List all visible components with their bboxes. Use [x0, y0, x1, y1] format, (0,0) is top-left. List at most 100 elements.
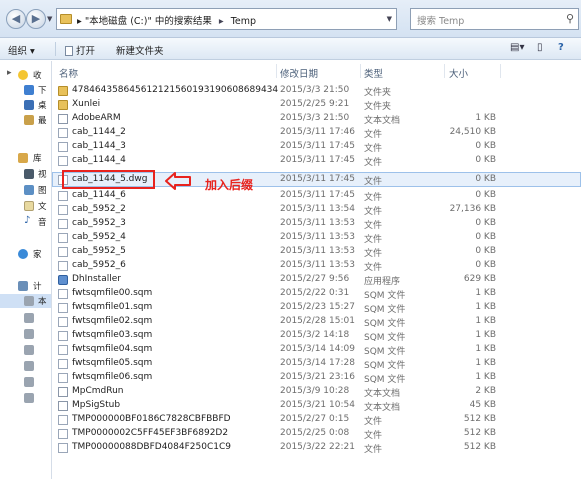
nav-drive[interactable] — [0, 343, 51, 357]
file-row[interactable]: fwtsqmfile02.sqm 2015/2/28 15:01 SQM 文件 … — [52, 315, 581, 329]
file-row[interactable]: cab_5952_2 2015/3/11 13:54 文件 27,136 KB — [52, 203, 581, 217]
file-row[interactable]: MpSigStub 2015/3/21 10:54 文本文档 45 KB — [52, 399, 581, 413]
file-row[interactable]: fwtsqmfile01.sqm 2015/2/23 15:27 SQM 文件 … — [52, 301, 581, 315]
file-row[interactable]: fwtsqmfile05.sqm 2015/3/14 17:28 SQM 文件 … — [52, 357, 581, 371]
text-file-icon — [58, 114, 68, 124]
file-row[interactable]: fwtsqmfile06.sqm 2015/3/21 23:16 SQM 文件 … — [52, 371, 581, 385]
open-button[interactable]: 打开 — [65, 43, 95, 57]
drive-icon — [24, 361, 34, 371]
column-header-type[interactable]: 类型 — [364, 66, 383, 86]
file-row[interactable]: cab_1144_6 2015/3/11 17:45 文件 0 KB — [52, 189, 581, 203]
file-name: fwtsqmfile00.sqm — [72, 288, 153, 298]
file-name: TMP0000002C5FF45EF3BF6892D2 — [72, 428, 229, 438]
file-date: 2015/3/11 17:45 — [280, 190, 355, 200]
nav-computer[interactable]: 计 — [0, 279, 51, 293]
nav-drive[interactable] — [0, 391, 51, 405]
search-input[interactable]: 搜索 Temp ⚲ — [410, 8, 579, 30]
preview-pane-icon[interactable]: ▯ — [537, 42, 543, 53]
homegroup-icon — [18, 249, 28, 259]
nav-favorites[interactable]: ▸ 收 — [0, 68, 51, 82]
file-name: cab_5952_4 — [72, 232, 126, 242]
address-dropdown-icon[interactable]: ▼ — [387, 15, 392, 23]
file-type: SQM 文件 — [364, 375, 406, 385]
nav-drive[interactable] — [0, 327, 51, 341]
new-folder-button[interactable]: 新建文件夹 — [116, 43, 164, 57]
column-divider[interactable] — [276, 64, 277, 78]
file-row[interactable]: cab_5952_4 2015/3/11 13:53 文件 0 KB — [52, 231, 581, 245]
nav-videos[interactable]: 视 — [0, 167, 51, 181]
file-row[interactable]: cab_5952_3 2015/3/11 13:53 文件 0 KB — [52, 217, 581, 231]
drive-icon — [24, 377, 34, 387]
file-type: 文件 — [364, 130, 383, 140]
column-divider[interactable] — [444, 64, 445, 78]
file-size: 1 KB — [475, 302, 496, 312]
column-header-name[interactable]: 名称 — [59, 66, 78, 86]
nav-pictures[interactable]: 图 — [0, 183, 51, 197]
column-header-size[interactable]: 大小 — [449, 66, 468, 86]
file-row[interactable]: Xunlei 2015/2/25 9:21 文件夹 — [52, 98, 581, 112]
file-date: 2015/3/9 10:28 — [280, 386, 350, 396]
file-icon — [58, 289, 68, 299]
file-icon — [58, 233, 68, 243]
file-date: 2015/3/3 21:50 — [280, 113, 350, 123]
nav-music[interactable]: ♪ 音 — [0, 215, 51, 229]
file-size: 0 KB — [475, 218, 496, 228]
file-size: 512 KB — [463, 442, 496, 452]
file-row[interactable]: fwtsqmfile03.sqm 2015/3/2 14:18 SQM 文件 1… — [52, 329, 581, 343]
file-type: 文本文档 — [364, 389, 401, 399]
file-row[interactable]: cab_1144_4 2015/3/11 17:45 文件 0 KB — [52, 154, 581, 168]
file-row[interactable]: cab_5952_6 2015/3/11 13:53 文件 0 KB — [52, 259, 581, 273]
nav-recent[interactable]: 最 — [0, 113, 51, 127]
nav-downloads[interactable]: 下 — [0, 83, 51, 97]
recent-pages-dropdown[interactable]: ▼ — [47, 15, 52, 23]
column-header-date[interactable]: 修改日期 — [280, 66, 318, 86]
file-row[interactable]: AdobeARM 2015/3/3 21:50 文本文档 1 KB — [52, 112, 581, 126]
nav-drive[interactable] — [0, 311, 51, 325]
file-date: 2015/3/11 17:46 — [280, 127, 355, 137]
nav-documents[interactable]: 文 — [0, 199, 51, 213]
expand-arrow-icon[interactable]: ▸ — [7, 68, 12, 78]
view-options-icon[interactable]: ▤▾ — [510, 42, 524, 53]
breadcrumb-search-results[interactable]: "本地磁盘 (C:)" 中的搜索结果 — [85, 16, 212, 27]
file-row[interactable]: TMP00000088DBFD4084F250C1C9 2015/3/22 22… — [52, 441, 581, 455]
column-divider[interactable] — [360, 64, 361, 78]
nav-drive[interactable] — [0, 359, 51, 373]
breadcrumb-arrow-icon[interactable]: ▸ — [77, 16, 82, 27]
nav-local-disk[interactable]: 本 — [0, 294, 51, 308]
recent-places-icon — [24, 115, 34, 125]
nav-homegroup[interactable]: 家 — [0, 247, 51, 261]
file-row[interactable]: DhInstaller 2015/2/27 9:56 应用程序 629 KB — [52, 273, 581, 287]
desktop-icon — [24, 100, 34, 110]
file-row[interactable]: MpCmdRun 2015/3/9 10:28 文本文档 2 KB — [52, 385, 581, 399]
help-icon[interactable]: ? — [558, 42, 564, 53]
file-row[interactable]: fwtsqmfile00.sqm 2015/2/22 0:31 SQM 文件 1… — [52, 287, 581, 301]
address-input[interactable]: ▸ "本地磁盘 (C:)" 中的搜索结果 ▸ Temp ▼ — [56, 8, 397, 30]
file-row[interactable]: cab_1144_3 2015/3/11 17:45 文件 0 KB — [52, 140, 581, 154]
nav-libraries[interactable]: 库 — [0, 151, 51, 165]
file-name: cab_1144_4 — [72, 155, 126, 165]
breadcrumb-separator-icon[interactable]: ▸ — [215, 16, 228, 27]
file-icon — [58, 443, 68, 453]
organize-button[interactable]: 组织 ▾ — [8, 43, 35, 57]
file-row[interactable]: cab_1144_2 2015/3/11 17:46 文件 24,510 KB — [52, 126, 581, 140]
file-row[interactable]: fwtsqmfile04.sqm 2015/3/14 14:09 SQM 文件 … — [52, 343, 581, 357]
drive-icon — [24, 313, 34, 323]
breadcrumb-temp[interactable]: Temp — [231, 16, 256, 27]
nav-desktop[interactable]: 桌 — [0, 98, 51, 112]
back-button[interactable]: ◀ — [6, 9, 26, 29]
forward-button[interactable]: ▶ — [26, 9, 46, 29]
file-row[interactable]: TMP000000BF0186C7828CBFBBFD 2015/2/27 0:… — [52, 413, 581, 427]
file-row[interactable]: 478464358645612121560193190608689434 201… — [52, 84, 581, 98]
column-divider[interactable] — [500, 64, 501, 78]
file-date: 2015/3/11 13:53 — [280, 232, 355, 242]
file-row[interactable]: cab_5952_5 2015/3/11 13:53 文件 0 KB — [52, 245, 581, 259]
file-type: 文件夹 — [364, 102, 392, 112]
file-date: 2015/2/28 15:01 — [280, 316, 355, 326]
search-icon[interactable]: ⚲ — [566, 12, 574, 25]
nav-drive[interactable] — [0, 375, 51, 389]
file-row[interactable]: TMP0000002C5FF45EF3BF6892D2 2015/2/25 0:… — [52, 427, 581, 441]
file-size: 24,510 KB — [449, 127, 496, 137]
file-date: 2015/3/14 17:28 — [280, 358, 355, 368]
folder-icon — [60, 14, 72, 24]
file-size: 1 KB — [475, 288, 496, 298]
